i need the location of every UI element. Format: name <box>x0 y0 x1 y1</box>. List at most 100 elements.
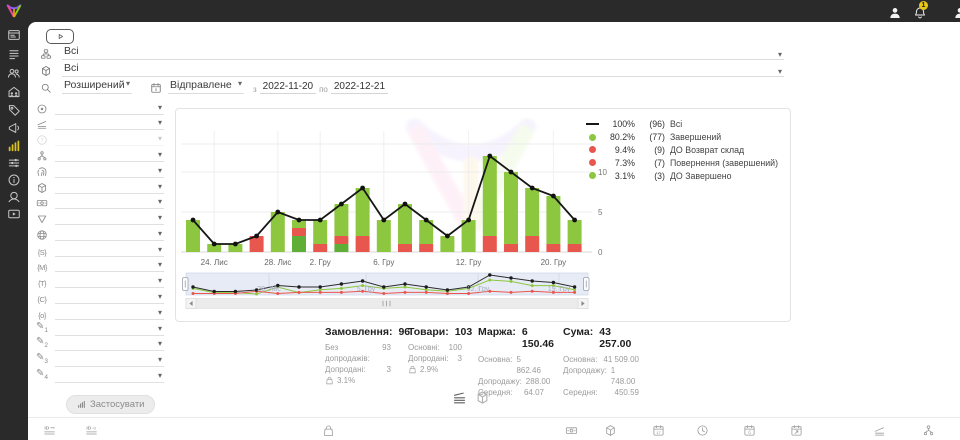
product-filter-row: Всі ▾ <box>40 62 788 77</box>
toolbar-bag-button[interactable] <box>322 422 335 440</box>
product-filter-select[interactable]: Всі <box>62 62 784 77</box>
svg-text:0: 0 <box>598 248 603 257</box>
filter-row-14: {o}▾ <box>36 307 164 320</box>
toolbar-id-lines-button[interactable] <box>43 422 56 440</box>
secondary-avatar[interactable] <box>953 4 960 18</box>
sidebar-item-network[interactable] <box>0 188 28 206</box>
filter-select[interactable]: ▾ <box>55 118 164 130</box>
toolbar-hierarchy-button[interactable] <box>922 422 935 440</box>
filter-select[interactable]: ▾ <box>55 103 164 115</box>
toolbar-calendar-arrow-button[interactable] <box>790 422 803 440</box>
search-filter-row: Розширений▾ Відправлене▾ з 2022-11-20 по… <box>40 79 388 94</box>
cube-icon <box>36 182 48 194</box>
chart-icon <box>77 400 86 409</box>
chevron-down-icon: ▾ <box>158 213 162 223</box>
toolbar-calendar-b-button[interactable] <box>743 422 756 440</box>
svg-text:20. Гру: 20. Гру <box>541 258 567 267</box>
calendar-arrow-icon <box>790 424 803 437</box>
filter-row-11: {M}▾ <box>36 260 164 273</box>
filter-select[interactable]: ▾ <box>55 134 164 146</box>
filter-row-3: ▾ <box>36 134 164 147</box>
chevron-down-icon[interactable]: ▾ <box>778 50 782 60</box>
app-logo[interactable] <box>5 2 23 20</box>
sidebar-item-company[interactable] <box>0 83 28 101</box>
legend-item-5[interactable]: 3.1%(3)ДО Завершено <box>586 169 778 182</box>
filter-select[interactable]: ▾ <box>55 355 164 367</box>
filter-select[interactable]: ▾ <box>55 166 164 178</box>
line-point <box>530 186 535 191</box>
filter-select[interactable]: ▾ <box>55 308 164 320</box>
toolbar-id-dash-button[interactable] <box>85 422 98 440</box>
stat-column-1: Замовлення:96Без допродажів:93Допродані:… <box>325 326 391 385</box>
date-from-input[interactable]: 2022-11-20 <box>260 81 316 94</box>
chevron-down-icon: ▾ <box>126 79 130 91</box>
sidebar-item-settings[interactable] <box>0 154 28 172</box>
view-toggle-cube[interactable] <box>475 389 490 404</box>
legend-marker <box>586 123 599 125</box>
sidebar-item-orders[interactable] <box>0 45 28 63</box>
view-toggle-report[interactable] <box>452 389 467 404</box>
sidebar-item-info[interactable] <box>0 171 28 189</box>
cube-icon <box>604 424 617 437</box>
toolbar-calendar-17-button[interactable] <box>652 422 665 440</box>
filter-select[interactable]: ▾ <box>55 213 164 225</box>
filter-row-1: ▾ <box>36 102 164 115</box>
play-button[interactable] <box>46 29 74 44</box>
sidebar-item-statistics[interactable] <box>0 137 28 155</box>
bag-icon <box>325 376 334 385</box>
toolbar-clock-button[interactable] <box>696 422 709 440</box>
legend-item-1[interactable]: 100%(96)Всі <box>586 118 778 131</box>
filter-select[interactable]: ▾ <box>55 324 164 336</box>
filter-select[interactable]: ▾ <box>55 182 164 194</box>
navigator-scrollbar[interactable] <box>186 299 588 309</box>
legend-marker <box>589 172 596 179</box>
filter-select[interactable]: ▾ <box>55 229 164 241</box>
sliders-icon <box>7 156 21 170</box>
filter-select[interactable]: ▾ <box>55 245 164 257</box>
chevron-down-icon: ▾ <box>158 182 162 192</box>
date-type-select[interactable]: Відправлене▾ <box>168 79 244 94</box>
filter-row-6: ▾ <box>36 181 164 194</box>
stat-subrow: Допродажу:1 748.00 <box>563 365 639 387</box>
legend-item-2[interactable]: 80.2%(77)Завершений <box>586 131 778 144</box>
filter-select[interactable]: ▾ <box>55 260 164 272</box>
chevron-down-icon[interactable]: ▾ <box>778 67 782 77</box>
filter-row-16: ✎2▾ <box>36 339 164 352</box>
report-icon <box>452 390 467 405</box>
filter-select[interactable]: ▾ <box>55 197 164 209</box>
upsell-percent: 3.1% <box>325 376 391 385</box>
globe-grid-icon <box>36 229 48 241</box>
brace-s-icon: {S} <box>36 248 48 257</box>
filter-select[interactable]: ▾ <box>55 339 164 351</box>
sidebar-item-tutorials[interactable] <box>0 205 28 223</box>
sidebar-item-customers[interactable] <box>0 64 28 82</box>
toolbar-cube-button[interactable] <box>604 422 617 440</box>
status-filter-select[interactable]: Всі <box>62 45 784 60</box>
sidebar-item-tags[interactable] <box>0 101 28 119</box>
filter-select[interactable]: ▾ <box>55 292 164 304</box>
chevron-down-icon: ▾ <box>238 79 242 91</box>
video-icon <box>7 207 21 221</box>
tag-icon <box>7 103 21 117</box>
line-point <box>297 218 302 223</box>
toolbar-level-button[interactable] <box>873 422 886 440</box>
apply-filters-button[interactable]: Застосувати <box>66 395 155 414</box>
line-point <box>381 218 386 223</box>
status-circle-icon <box>36 103 48 115</box>
svg-text:12. Гру: 12. Гру <box>456 258 482 267</box>
filter-select[interactable]: ▾ <box>55 276 164 288</box>
date-to-input[interactable]: 2022-12-21 <box>331 81 388 94</box>
sidebar-item-dashboard[interactable] <box>0 26 28 44</box>
search-icon[interactable] <box>40 82 52 94</box>
filter-select[interactable]: ▾ <box>55 150 164 162</box>
search-mode-select[interactable]: Розширений▾ <box>62 79 132 94</box>
legend-item-4[interactable]: 7.3%(7)Повернення (завершений) <box>586 156 778 169</box>
toolbar-banknote-button[interactable] <box>565 422 578 440</box>
level-icon <box>873 424 886 437</box>
calendar-b-icon <box>743 424 756 437</box>
legend-item-3[interactable]: 9.4%(9)ДО Возврат склад <box>586 144 778 157</box>
chevron-down-icon: ▾ <box>158 355 162 365</box>
sidebar-item-campaigns[interactable] <box>0 119 28 137</box>
user-avatar[interactable] <box>888 4 902 18</box>
filter-select[interactable]: ▾ <box>55 371 164 383</box>
